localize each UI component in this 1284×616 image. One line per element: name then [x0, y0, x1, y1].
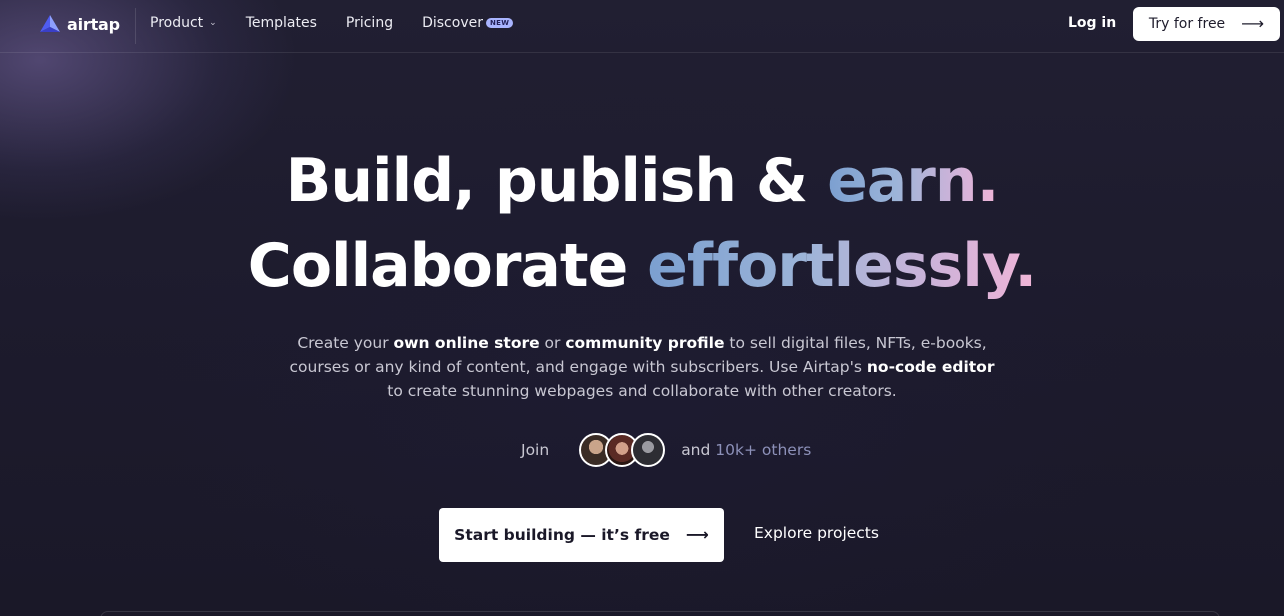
chevron-down-icon: ⌄ — [209, 18, 217, 28]
hero-headline-line2: Collaborate effortlessly. — [0, 231, 1284, 301]
nav-links: Product ⌄ Templates Pricing Discover NEW — [150, 15, 542, 31]
desc-line-3: to create stunning webpages and collabor… — [387, 382, 897, 400]
headline-line2-accent: effortlessly. — [647, 231, 1037, 301]
start-building-label: Start building — it’s free — [454, 526, 670, 544]
login-link[interactable]: Log in — [1068, 15, 1116, 31]
nav-pricing[interactable]: Pricing — [346, 15, 393, 31]
arrow-right-icon: ⟶ — [685, 525, 709, 544]
nav-templates-label: Templates — [245, 15, 317, 31]
others-prefix: and — [681, 441, 716, 459]
nav-divider — [135, 8, 136, 44]
nav-discover[interactable]: Discover NEW — [422, 15, 514, 31]
airtap-logo-icon — [40, 15, 60, 32]
explore-projects-link[interactable]: Explore projects — [754, 524, 879, 542]
social-proof: Join and 10k+ others — [521, 432, 811, 468]
hero-description: Create your own online store or communit… — [0, 331, 1284, 403]
others-count-value: 10k+ others — [715, 441, 812, 459]
avatar-stack — [579, 433, 666, 467]
hero-headline-line1: Build, publish & earn. — [0, 146, 1284, 216]
start-building-button[interactable]: Start building — it’s free ⟶ — [439, 508, 724, 562]
avatar — [631, 433, 666, 467]
headline-line1-text: Build, publish & — [285, 146, 828, 216]
desc-line-2: courses or any kind of content, and enga… — [0, 355, 1284, 379]
top-nav: airtap Product ⌄ Templates Pricing Disco… — [0, 0, 1284, 53]
desc-line-1: Create your own online store or communit… — [0, 331, 1284, 355]
nav-templates[interactable]: Templates — [246, 15, 317, 31]
headline-line2-text: Collaborate — [247, 231, 648, 301]
try-for-free-label: Try for free — [1148, 16, 1226, 32]
nav-product-label: Product — [150, 15, 204, 31]
brand-name: airtap — [67, 14, 120, 34]
new-badge: NEW — [485, 18, 514, 28]
try-for-free-button[interactable]: Try for free ⟶ — [1133, 7, 1280, 41]
desc-text: or — [539, 334, 566, 352]
desc-text: courses or any kind of content, and enga… — [289, 358, 867, 376]
desc-text: to sell digital files, NFTs, e-books, — [724, 334, 987, 352]
desc-highlight: no-code editor — [866, 358, 995, 376]
desc-text: Create your — [297, 334, 394, 352]
desc-highlight: community profile — [565, 334, 725, 352]
headline-line1-accent: earn. — [827, 146, 999, 216]
preview-card — [100, 611, 1220, 616]
join-label: Join — [521, 441, 550, 459]
nav-pricing-label: Pricing — [345, 15, 394, 31]
others-count: and 10k+ others — [681, 441, 811, 459]
desc-highlight: own online store — [393, 334, 540, 352]
nav-discover-label: Discover — [422, 15, 483, 31]
nav-product[interactable]: Product ⌄ — [150, 15, 217, 31]
arrow-right-icon: ⟶ — [1241, 14, 1265, 33]
brand-logo[interactable]: airtap — [39, 14, 120, 34]
